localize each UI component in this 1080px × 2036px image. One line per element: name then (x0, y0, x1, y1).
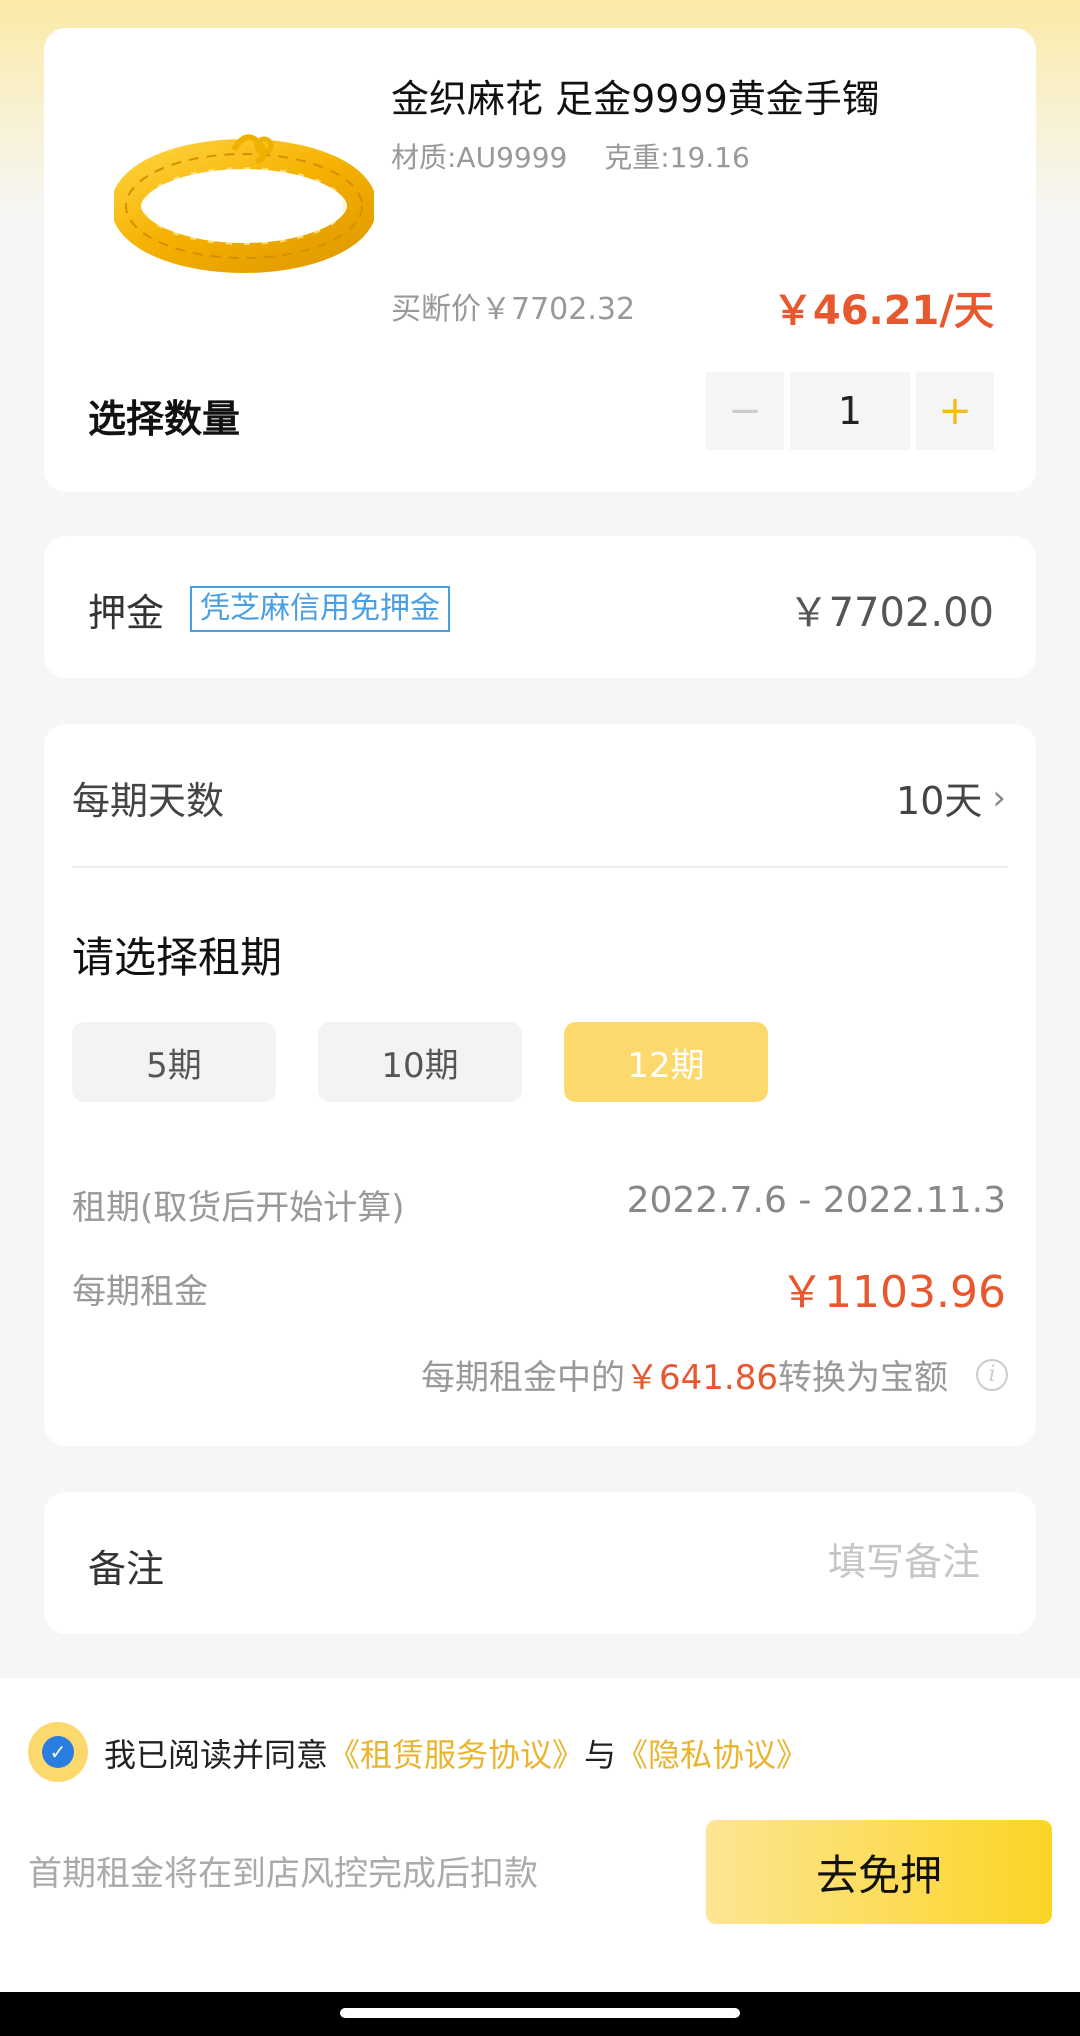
remark-input[interactable] (680, 1532, 980, 1592)
term-option-12[interactable]: 12期 (564, 1022, 768, 1102)
buyout-price: 买断价￥7702.32 (391, 292, 636, 327)
decrease-quantity-button[interactable]: − (706, 372, 784, 450)
deposit-amount: ￥7702.00 (788, 590, 994, 636)
privacy-agreement-link[interactable]: 《隐私协议》 (616, 1736, 808, 1774)
conversion-amount: ￥641.86 (625, 1358, 778, 1398)
agreement-text: 我已阅读并同意《租赁服务协议》与《隐私协议》 (104, 1730, 808, 1776)
submit-deposit-free-button[interactable]: 去免押 (706, 1820, 1052, 1924)
agreement-prefix: 我已阅读并同意 (104, 1736, 329, 1774)
product-card: 金织麻花 足金9999黄金手镯 材质:AU9999 克重:19.16 买断价￥7… (44, 28, 1036, 492)
check-icon: ✓ (42, 1736, 74, 1768)
bottom-action-bar: ✓ 我已阅读并同意《租赁服务协议》与《隐私协议》 首期租金将在到店风控完成后扣款… (0, 1678, 1080, 1992)
rental-term-card: 每期天数 10天 › 请选择租期 5期 10期 12期 租期(取货后开始计算) … (44, 724, 1036, 1446)
rental-service-agreement-link[interactable]: 《租赁服务协议》 (328, 1736, 584, 1774)
product-title: 金织麻花 足金9999黄金手镯 (391, 77, 880, 121)
remark-label: 备注 (88, 1547, 165, 1591)
product-weight: 克重:19.16 (604, 141, 750, 174)
home-indicator[interactable] (340, 2008, 740, 2018)
deposit-label: 押金 (88, 591, 165, 635)
remark-card: 备注 (44, 1492, 1036, 1634)
quantity-value[interactable]: 1 (790, 372, 910, 450)
rent-per-period-label: 每期租金 (72, 1272, 208, 1312)
system-navigation-bar (0, 1992, 1080, 2036)
term-options: 5期 10期 12期 (72, 1022, 768, 1102)
term-option-10[interactable]: 10期 (318, 1022, 522, 1102)
rental-period-value: 2022.7.6 - 2022.11.3 (626, 1180, 1006, 1221)
payment-notice: 首期租金将在到店风控完成后扣款 (28, 1854, 538, 1894)
agreement-connector: 与 (584, 1736, 617, 1774)
conversion-suffix: 转换为宝额 (778, 1358, 948, 1398)
quantity-stepper: − 1 + (706, 372, 994, 450)
gold-bracelet-image (114, 134, 374, 273)
agreement-checkbox[interactable]: ✓ (28, 1722, 88, 1782)
days-per-period-value: 10天 (896, 779, 983, 823)
daily-price: ￥46.21/天 (772, 288, 994, 334)
product-specs: 材质:AU9999 克重:19.16 (391, 136, 778, 176)
divider (72, 866, 1008, 868)
increase-quantity-button[interactable]: + (916, 372, 994, 450)
conversion-prefix: 每期租金中的 (421, 1358, 626, 1398)
term-section-title: 请选择租期 (72, 933, 283, 982)
rent-per-period-value: ￥1103.96 (780, 1267, 1006, 1318)
days-per-period-label: 每期天数 (72, 779, 225, 823)
days-per-period-selector[interactable]: 10天 › (896, 770, 1006, 825)
chevron-right-icon: › (992, 777, 1006, 818)
deposit-card: 押金 凭芝麻信用免押金 ￥7702.00 (44, 536, 1036, 678)
term-option-5[interactable]: 5期 (72, 1022, 276, 1102)
info-icon[interactable]: i (976, 1358, 1008, 1391)
product-material: 材质:AU9999 (391, 141, 568, 174)
rental-period-label: 租期(取货后开始计算) (72, 1188, 405, 1228)
quantity-label: 选择数量 (88, 397, 241, 441)
deposit-waiver-badge: 凭芝麻信用免押金 (190, 586, 450, 632)
rent-conversion-note: 每期租金中的 ￥641.86 转换为宝额 i (421, 1350, 1008, 1399)
